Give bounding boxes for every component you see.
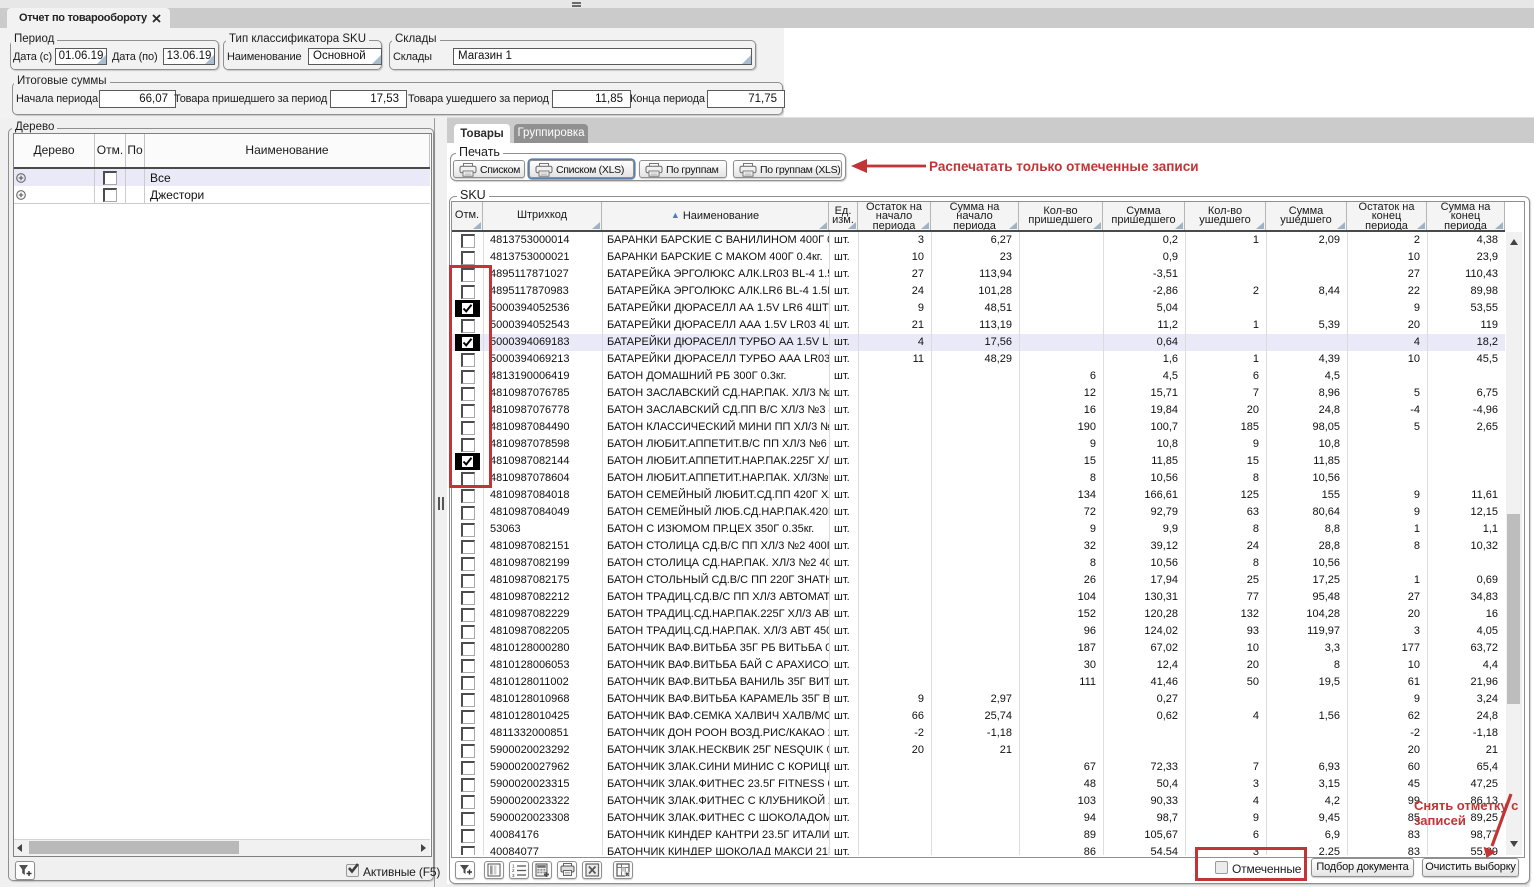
svg-text:3: 3 <box>512 873 515 878</box>
